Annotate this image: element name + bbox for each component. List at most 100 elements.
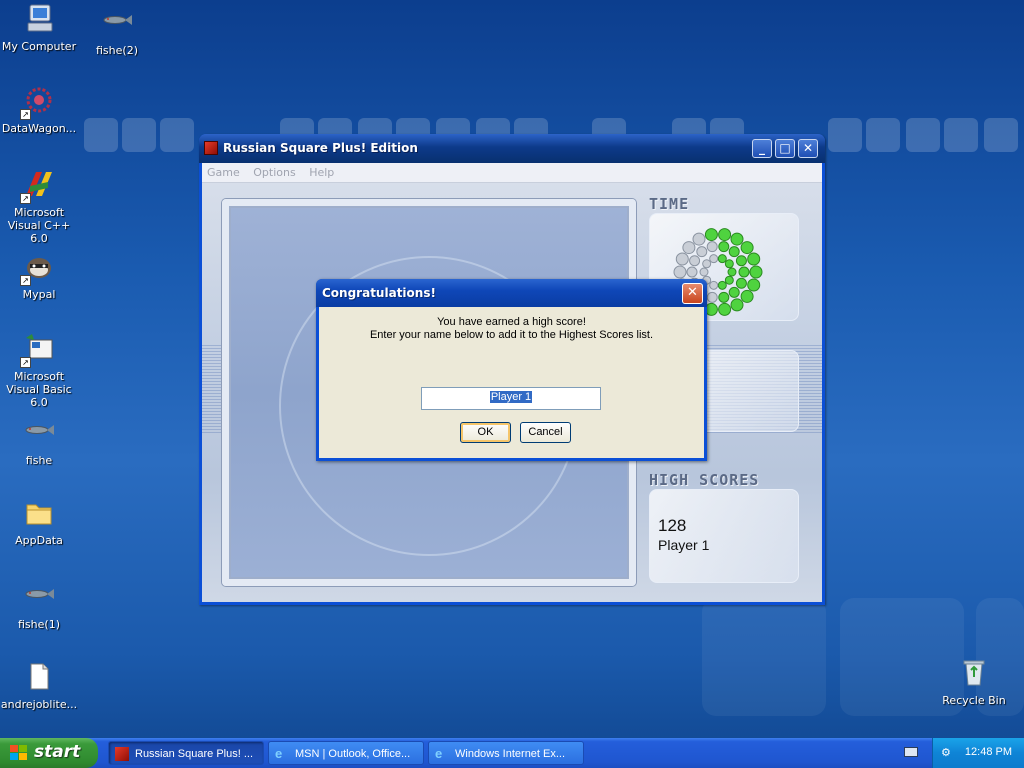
time-dot [728, 246, 740, 258]
maximize-button[interactable]: □ [775, 139, 795, 158]
cancel-button[interactable]: Cancel [520, 422, 571, 443]
visual-basic-icon: ↗ [20, 332, 56, 368]
close-button[interactable]: ✕ [798, 139, 818, 158]
desktop-icon-recycle-bin[interactable]: Recycle Bin [935, 656, 1013, 707]
time-dot [696, 246, 708, 258]
datawagon-icon: ↗ [20, 84, 56, 120]
high-scores-panel: 128 Player 1 [649, 489, 799, 583]
game-window-title: Russian Square Plus! Edition [223, 141, 418, 155]
taskbar-item-russian-square[interactable]: Russian Square Plus! ... [108, 741, 264, 765]
desktop-icon-visual-cpp[interactable]: ↗ Microsoft Visual C++ 6.0 [0, 168, 78, 245]
computer-icon [22, 2, 56, 36]
time-dot [686, 266, 698, 278]
dialog-title: Congratulations! [322, 286, 436, 300]
time-dot [718, 291, 730, 303]
network-icon[interactable]: ⚙ [941, 746, 955, 760]
time-dot [735, 277, 747, 289]
time-dot [692, 232, 706, 246]
recycle-bin-icon [957, 656, 991, 690]
game-titlebar[interactable]: Russian Square Plus! Edition _ □ ✕ [199, 134, 825, 163]
dialog-body: You have earned a high score! Enter your… [319, 307, 704, 458]
time-dot [747, 252, 761, 266]
time-dot [738, 266, 750, 278]
time-dot [727, 267, 737, 277]
time-dot [730, 298, 744, 312]
time-dot [747, 278, 761, 292]
time-dot [718, 241, 730, 253]
dialog-close-button[interactable]: ✕ [682, 283, 703, 304]
shortcut-arrow-icon: ↗ [20, 275, 31, 286]
congratulations-dialog: Congratulations! ✕ You have earned a hig… [316, 279, 707, 461]
desktop-icon-fishe-2[interactable]: fishe(2) [78, 6, 156, 57]
fish-icon [22, 416, 56, 450]
time-dot [730, 232, 744, 246]
player-name-input[interactable]: Player 1 [421, 387, 601, 410]
taskbar-item-internet-explorer[interactable]: e Windows Internet Ex... [428, 741, 584, 765]
time-dot [718, 302, 732, 316]
dialog-titlebar[interactable]: Congratulations! ✕ [316, 279, 707, 307]
ok-button[interactable]: OK [460, 422, 511, 443]
clock[interactable]: 12:48 PM [965, 746, 1012, 758]
time-dot [682, 241, 696, 255]
keyboard-icon[interactable] [904, 747, 918, 757]
russian-square-app-icon [115, 747, 129, 761]
document-icon [22, 660, 56, 694]
dialog-message: You have earned a high score! Enter your… [319, 316, 704, 342]
desktop-icon-my-computer[interactable]: My Computer [0, 2, 78, 53]
high-scores-label: HIGH SCORES [649, 471, 760, 489]
time-dot [740, 289, 754, 303]
high-score-name: Player 1 [658, 537, 710, 553]
desktop-icon-datawagon[interactable]: ↗ DataWagon... [0, 84, 78, 135]
time-dot [735, 255, 747, 267]
time-dot [718, 228, 732, 242]
menu-game[interactable]: Game [202, 163, 245, 182]
windows-logo-icon [10, 745, 28, 761]
time-dot [706, 291, 718, 303]
desktop-icon-andrejoblite[interactable]: andrejoblite... [0, 660, 78, 711]
menu-options[interactable]: Options [248, 163, 300, 182]
time-dot [709, 254, 719, 264]
desktop-icon-mypal[interactable]: ↗ Mypal [0, 250, 78, 301]
start-button[interactable]: start [0, 738, 98, 768]
high-score-value: 128 [658, 516, 687, 535]
time-dot [706, 241, 718, 253]
desktop-icon-fishe[interactable]: fishe [0, 416, 78, 467]
taskbar-item-label: Russian Square Plus! ... [135, 748, 254, 760]
dialog-message-line1: You have earned a high score! [437, 316, 586, 328]
fish-icon [100, 6, 134, 40]
time-label: TIME [649, 195, 690, 213]
time-dot [704, 228, 718, 242]
time-dot [724, 275, 734, 285]
visual-cpp-icon: ↗ [20, 168, 56, 204]
mypal-raccoon-icon: ↗ [20, 250, 56, 286]
folder-icon [22, 496, 56, 530]
desktop-icon-visual-basic[interactable]: ↗ Microsoft Visual Basic 6.0 [0, 332, 78, 409]
desktop-icon-fishe-1[interactable]: fishe(1) [0, 580, 78, 631]
minimize-button[interactable]: _ [752, 139, 772, 158]
time-dot [724, 259, 734, 269]
time-dot [717, 254, 727, 264]
menu-help[interactable]: Help [304, 163, 339, 182]
russian-square-app-icon[interactable] [204, 141, 218, 155]
player-name-selected-text: Player 1 [489, 391, 533, 403]
taskbar-item-msn[interactable]: e MSN | Outlook, Office... [268, 741, 424, 765]
time-dot [709, 280, 719, 290]
shortcut-arrow-icon: ↗ [20, 357, 31, 368]
internet-explorer-icon: e [435, 746, 443, 761]
time-dot [675, 252, 689, 266]
time-dot [702, 259, 712, 269]
time-dot [689, 255, 701, 267]
shortcut-arrow-icon: ↗ [20, 109, 31, 120]
time-dot [749, 265, 763, 279]
time-dot [699, 267, 709, 277]
taskbar-item-label: MSN | Outlook, Office... [295, 748, 411, 760]
desktop-icon-appdata[interactable]: AppData [0, 496, 78, 547]
internet-explorer-icon: e [275, 746, 283, 761]
system-tray: ⚙ 12:48 PM [932, 738, 1024, 768]
time-dot [717, 280, 727, 290]
time-dot [704, 302, 718, 316]
shortcut-arrow-icon: ↗ [20, 193, 31, 204]
dialog-message-line2: Enter your name below to add it to the H… [369, 329, 654, 341]
start-label: start [34, 742, 81, 762]
taskbar: start Russian Square Plus! ... e MSN | O… [0, 738, 1024, 768]
